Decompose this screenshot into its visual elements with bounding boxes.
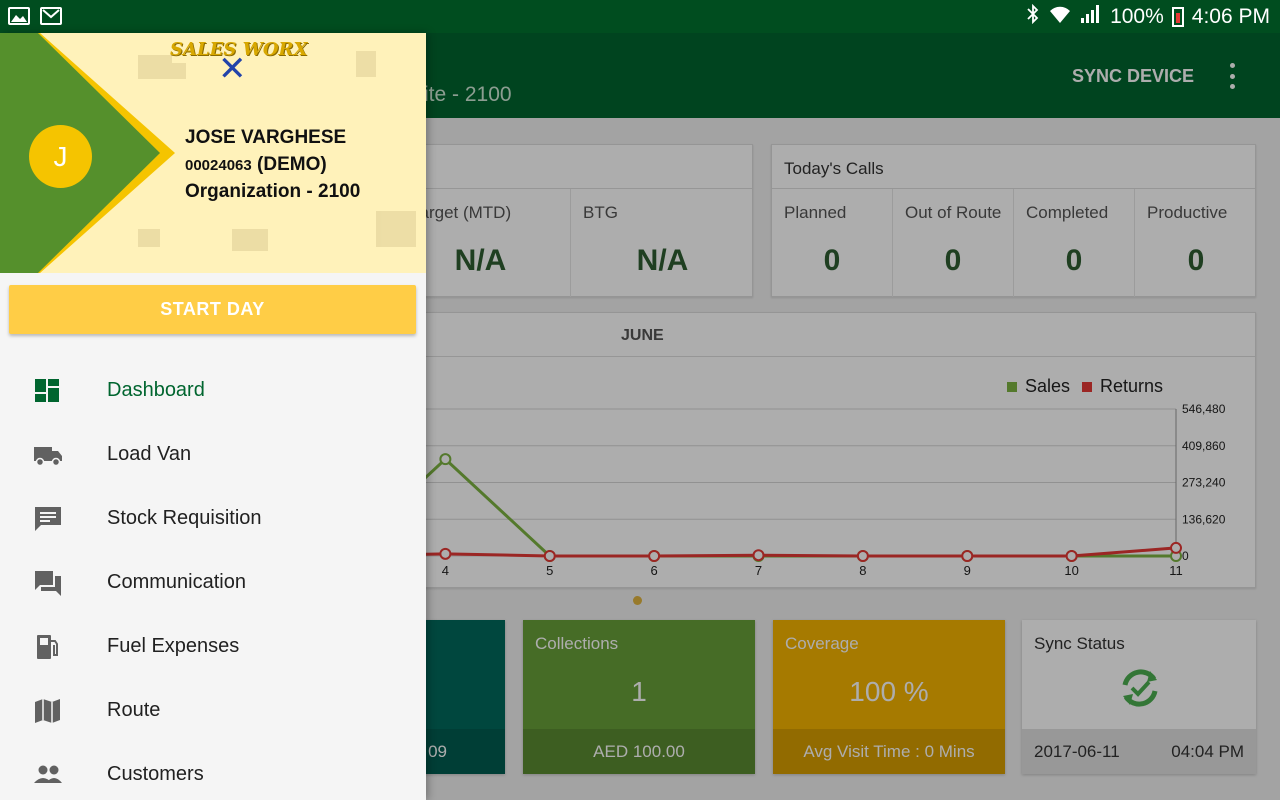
wifi-icon: [1048, 4, 1072, 30]
nav-label: Stock Requisition: [107, 507, 262, 529]
nav-item-customers[interactable]: Customers: [0, 747, 426, 800]
drawer-header: SALES WORX ✕ J JOSE VARGHESE 00024063 (D…: [0, 33, 426, 273]
nav-item-load-van[interactable]: Load Van: [0, 427, 426, 483]
dashboard-icon: [33, 377, 63, 405]
gmail-notification-icon: [40, 7, 62, 25]
bluetooth-icon: [1026, 3, 1040, 30]
forum-icon: [33, 569, 63, 597]
signal-icon: [1080, 4, 1102, 30]
nav-label: Route: [107, 699, 161, 721]
map-icon: [33, 697, 63, 725]
nav-label: Dashboard: [107, 379, 205, 401]
status-bar: 100% 4:06 PM: [0, 0, 1280, 33]
nav-item-communication[interactable]: Communication: [0, 555, 426, 611]
user-id-suffix: (DEMO): [257, 154, 327, 175]
clock: 4:06 PM: [1191, 5, 1270, 28]
user-id-number: 00024063: [185, 157, 252, 174]
start-day-button[interactable]: START DAY: [9, 285, 416, 334]
nav-label: Communication: [107, 571, 246, 593]
user-id: 00024063 (DEMO): [185, 154, 327, 176]
user-organization: Organization - 2100: [185, 181, 361, 202]
nav-item-dashboard[interactable]: Dashboard: [0, 363, 426, 419]
people-icon: [33, 761, 63, 789]
image-notification-icon: [8, 7, 30, 25]
nav-item-fuel-expenses[interactable]: Fuel Expenses: [0, 619, 426, 675]
nav-label: Load Van: [107, 443, 192, 465]
navigation-drawer: SALES WORX ✕ J JOSE VARGHESE 00024063 (D…: [0, 33, 426, 800]
nav-label: Fuel Expenses: [107, 635, 240, 657]
avatar: J: [29, 125, 92, 188]
logo-x-mark: ✕: [218, 49, 247, 89]
truck-icon: [33, 441, 63, 469]
nav-item-stock-requisition[interactable]: Stock Requisition: [0, 491, 426, 547]
user-name: JOSE VARGHESE: [185, 127, 347, 148]
nav-label: Customers: [107, 763, 204, 785]
nav-item-route[interactable]: Route: [0, 683, 426, 739]
battery-icon: [1171, 7, 1184, 27]
battery-level: 100%: [1110, 5, 1164, 28]
message-icon: [33, 505, 63, 533]
fuel-pump-icon: [33, 633, 63, 661]
